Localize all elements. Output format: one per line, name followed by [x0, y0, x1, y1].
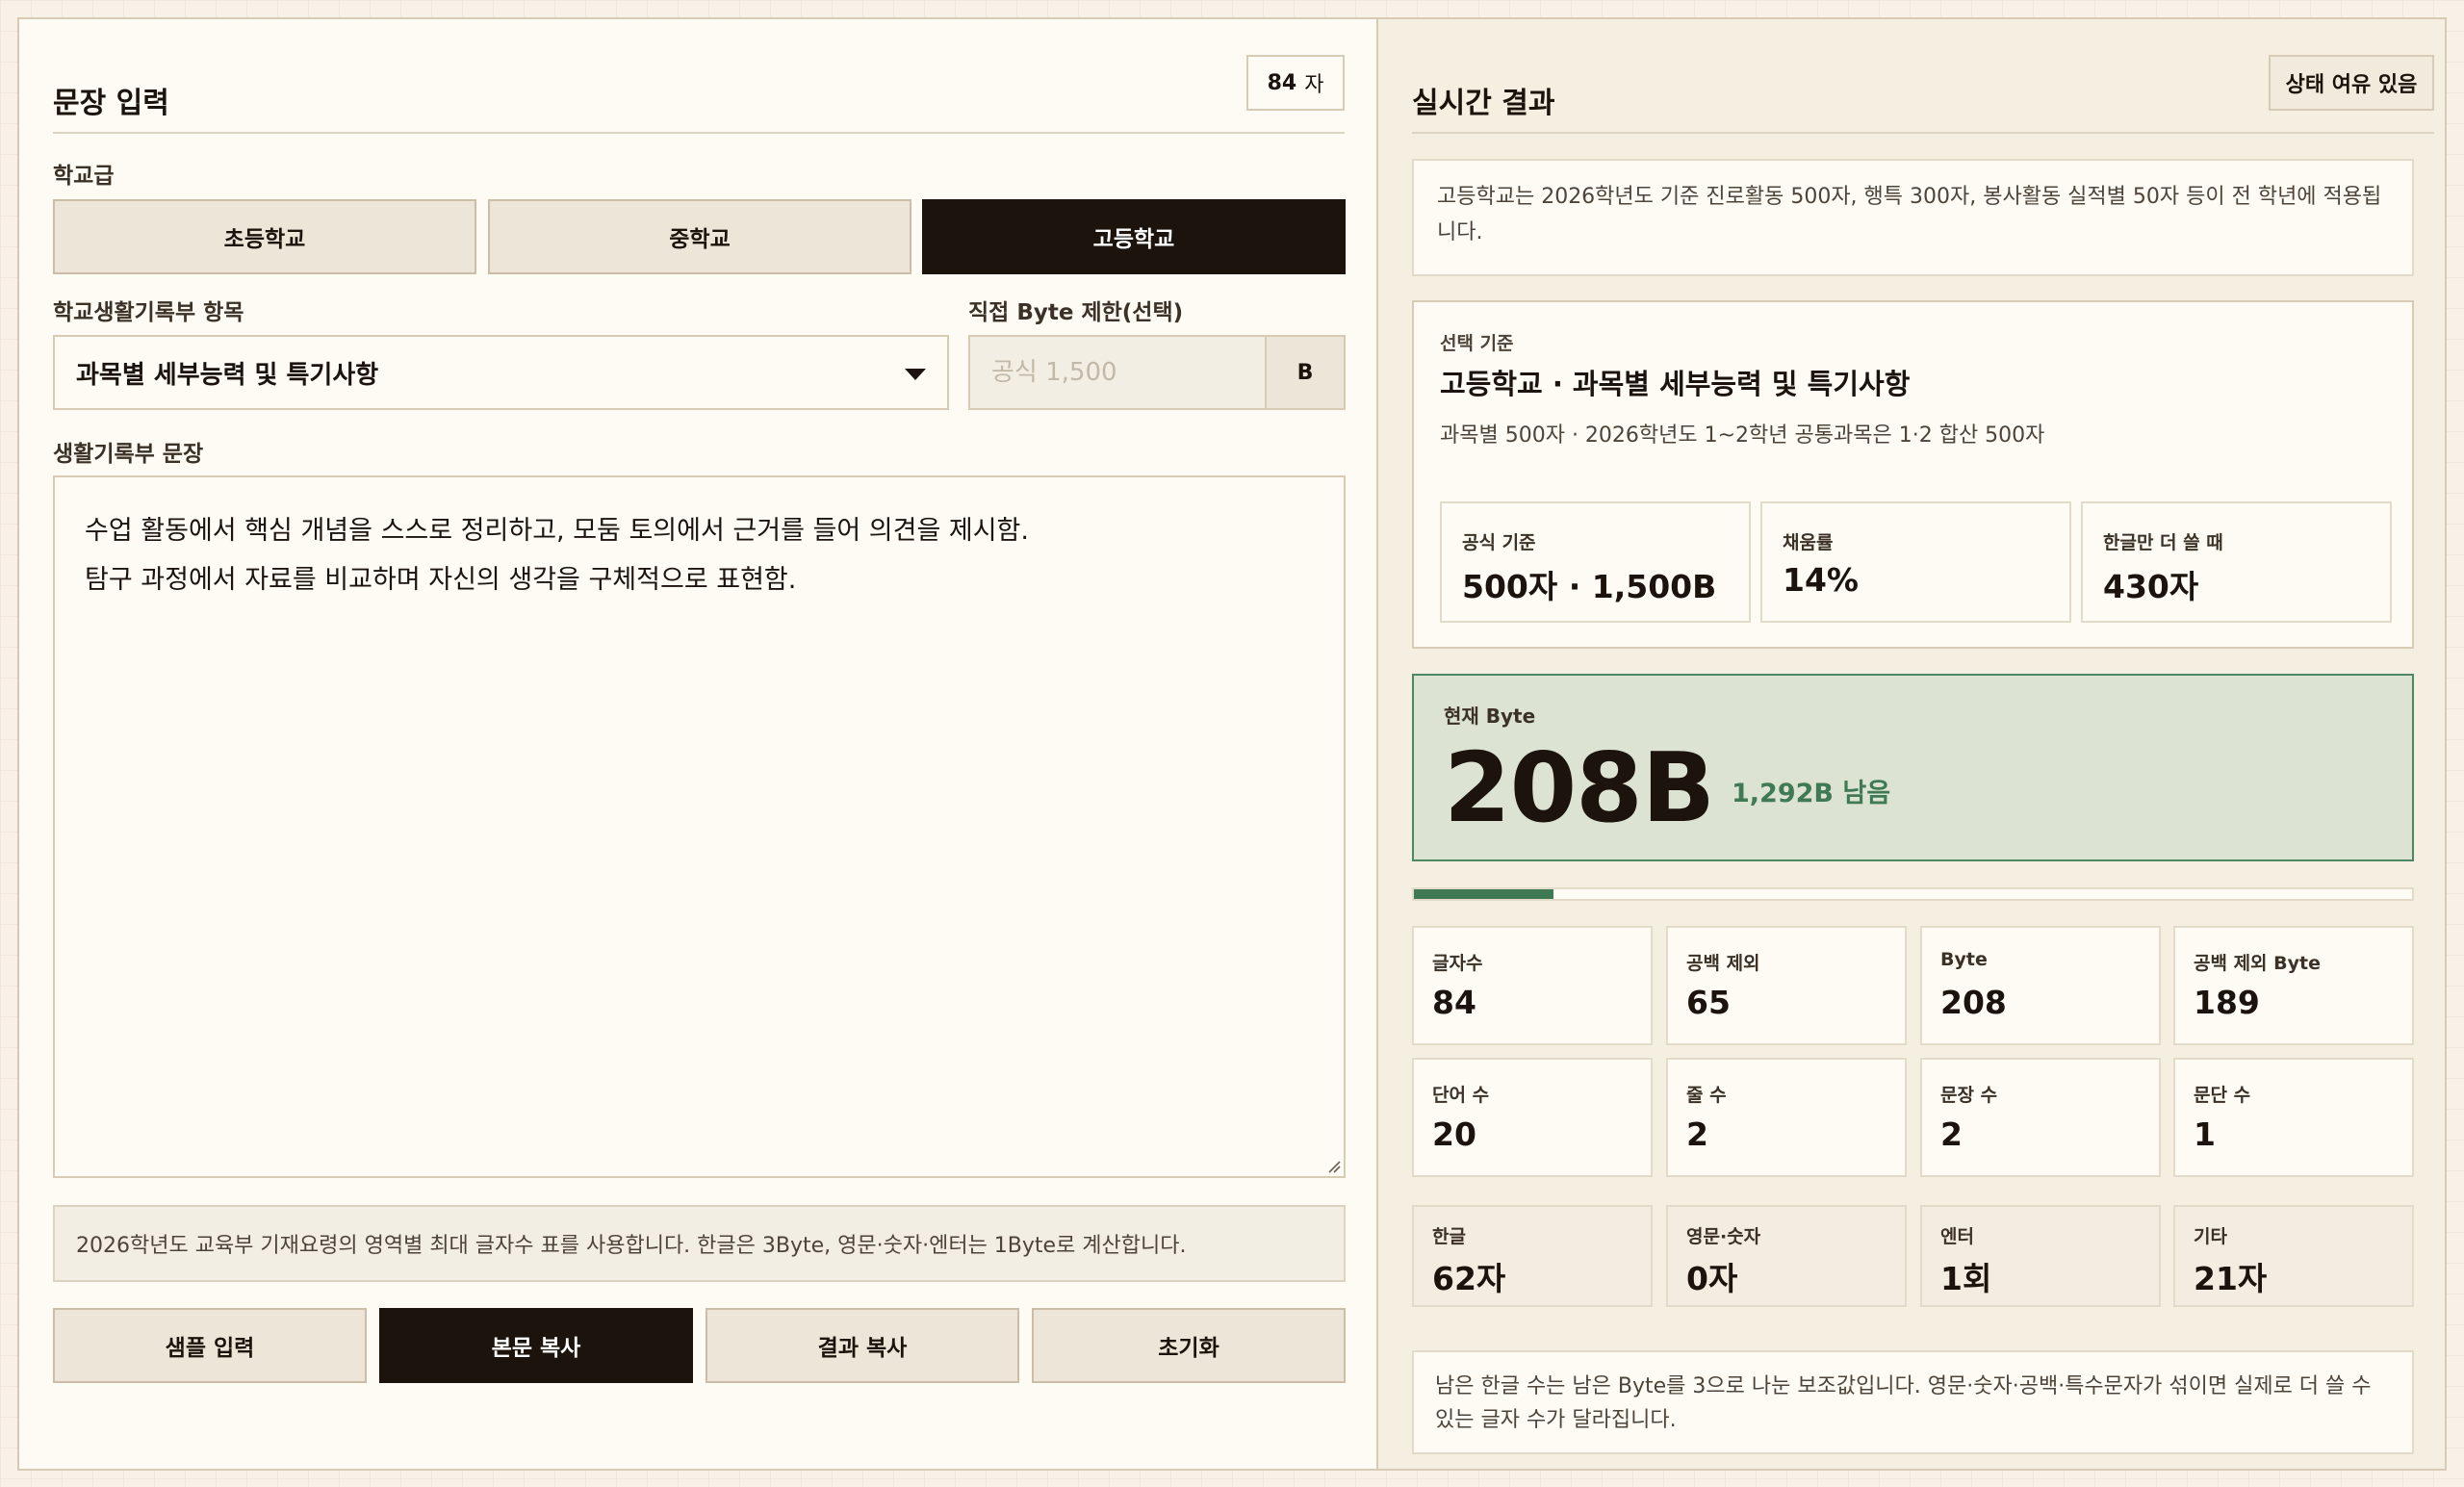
char-count-badge: 84 자	[1246, 55, 1345, 111]
metric-label: Byte	[1940, 949, 1988, 970]
chartype-value: 1회	[1940, 1260, 1992, 1297]
current-byte-label: 현재 Byte	[1444, 705, 1536, 728]
metric-value: 2	[1686, 1115, 1708, 1153]
metric-value: 65	[1686, 984, 1731, 1021]
chartype-value: 21자	[2194, 1260, 2268, 1297]
metric-value: 2	[1940, 1115, 1963, 1153]
metric-value: 189	[2194, 984, 2260, 1021]
input-panel: 문장 입력 84 자 학교급 초등학교 중학교 고등학교 학교생활기록부 항목 …	[17, 17, 1376, 1471]
metric-label: 문단 수	[2194, 1085, 2251, 1106]
stat-label: 채움률	[1783, 532, 1834, 553]
stat-value: 430자	[2103, 568, 2199, 605]
current-byte-value: 208B	[1444, 731, 1715, 844]
resize-handle-icon[interactable]	[1325, 1158, 1341, 1173]
chartype-label: 기타	[2194, 1226, 2227, 1247]
char-count-value: 84	[1267, 70, 1297, 95]
copy-text-button[interactable]: 본문 복사	[379, 1308, 693, 1383]
remaining-bytes: 1,292B 남음	[1732, 779, 1891, 808]
current-byte-card: 현재 Byte 208B 1,292B 남음	[1412, 674, 2414, 861]
metric-paragraph-count: 문단 수 1	[2173, 1058, 2414, 1177]
metric-value: 1	[2194, 1115, 2216, 1153]
copy-result-button[interactable]: 결과 복사	[706, 1308, 1019, 1383]
metric-value: 20	[1432, 1115, 1476, 1153]
stat-label: 한글만 더 쓸 때	[2103, 532, 2223, 553]
chartype-value: 0자	[1686, 1260, 1738, 1297]
char-count-unit: 자	[1304, 73, 1324, 97]
info-note: 2026학년도 교육부 기재요령의 영역별 최대 글자수 표를 사용합니다. 한…	[53, 1205, 1346, 1282]
result-panel-title: 실시간 결과	[1412, 87, 1555, 120]
header-divider	[53, 132, 1345, 134]
metric-no-space-byte: 공백 제외 Byte 189	[2173, 926, 2414, 1045]
chartype-value: 62자	[1432, 1260, 1506, 1297]
metric-word-count: 단어 수 20	[1412, 1058, 1653, 1177]
criteria-description: 과목별 500자 · 2026학년도 1~2학년 공통과목은 1·2 합산 50…	[1440, 423, 2045, 448]
stat-value: 14%	[1783, 561, 1859, 599]
category-select-value: 과목별 세부능력 및 특기사항	[76, 360, 379, 390]
stat-remaining-hangul: 한글만 더 쓸 때 430자	[2081, 501, 2392, 623]
chartype-label: 영문·숫자	[1686, 1226, 1761, 1247]
chartype-label: 엔터	[1940, 1226, 1974, 1247]
metric-line-count: 줄 수 2	[1666, 1058, 1907, 1177]
byte-limit-unit: B	[1265, 335, 1346, 410]
chartype-hangul: 한글 62자	[1412, 1205, 1653, 1307]
chartype-other: 기타 21자	[2173, 1205, 2414, 1307]
level-elementary-button[interactable]: 초등학교	[53, 199, 476, 274]
category-label: 학교생활기록부 항목	[53, 300, 244, 325]
stat-value: 500자 · 1,500B	[1462, 568, 1717, 605]
metric-no-space: 공백 제외 65	[1666, 926, 1907, 1045]
metric-char-count: 글자수 84	[1412, 926, 1653, 1045]
criteria-title: 고등학교 · 과목별 세부능력 및 특기사항	[1440, 368, 1911, 400]
metric-label: 글자수	[1432, 953, 1483, 974]
chartype-alnum: 영문·숫자 0자	[1666, 1205, 1907, 1307]
record-textarea[interactable]: 수업 활동에서 핵심 개념을 스스로 정리하고, 모둠 토의에서 근거를 들어 …	[53, 475, 1346, 1178]
metric-label: 줄 수	[1686, 1085, 1727, 1106]
metric-label: 공백 제외	[1686, 953, 1760, 974]
input-panel-title: 문장 입력	[53, 87, 169, 120]
byte-progress-bar	[1412, 887, 2414, 901]
metric-byte: Byte 208	[1920, 926, 2161, 1045]
metric-label: 공백 제외 Byte	[2194, 953, 2321, 974]
text-line: 탐구 과정에서 자료를 비교하며 자신의 생각을 구체적으로 표현함.	[85, 565, 797, 595]
reset-button[interactable]: 초기화	[1032, 1308, 1346, 1383]
text-line: 수업 활동에서 핵심 개념을 스스로 정리하고, 모둠 토의에서 근거를 들어 …	[85, 516, 1029, 546]
footnote: 남은 한글 수는 남은 Byte를 3으로 나눈 보조값입니다. 영문·숫자·공…	[1412, 1350, 2414, 1454]
byte-limit-input[interactable]	[968, 335, 1267, 410]
chartype-label: 한글	[1432, 1226, 1466, 1247]
level-middle-button[interactable]: 중학교	[488, 199, 911, 274]
status-badge: 상태 여유 있음	[2269, 55, 2434, 111]
text-label: 생활기록부 문장	[53, 442, 204, 467]
stat-label: 공식 기준	[1462, 532, 1536, 553]
criteria-card: 선택 기준 고등학교 · 과목별 세부능력 및 특기사항 과목별 500자 · …	[1412, 300, 2414, 649]
school-level-label: 학교급	[53, 164, 115, 189]
header-divider	[1412, 132, 2434, 134]
byte-limit-label: 직접 Byte 제한(선택)	[968, 300, 1184, 325]
stat-fill-rate: 채움률 14%	[1760, 501, 2071, 623]
chevron-down-icon	[905, 369, 926, 380]
metric-sentence-count: 문장 수 2	[1920, 1058, 2161, 1177]
category-select[interactable]: 과목별 세부능력 및 특기사항	[53, 335, 949, 410]
chartype-enter: 엔터 1회	[1920, 1205, 2161, 1307]
metric-value: 84	[1432, 984, 1476, 1021]
criteria-kicker: 선택 기준	[1440, 333, 1514, 354]
sample-input-button[interactable]: 샘플 입력	[53, 1308, 367, 1383]
metric-label: 문장 수	[1940, 1085, 1998, 1106]
metric-label: 단어 수	[1432, 1085, 1490, 1106]
result-panel: 실시간 결과 상태 여유 있음 고등학교는 2026학년도 기준 진로활동 50…	[1376, 17, 2447, 1471]
level-high-button[interactable]: 고등학교	[922, 199, 1346, 274]
stat-official: 공식 기준 500자 · 1,500B	[1440, 501, 1751, 623]
level-notice: 고등학교는 2026학년도 기준 진로활동 500자, 행특 300자, 봉사활…	[1412, 159, 2414, 276]
metric-value: 208	[1940, 984, 2007, 1021]
byte-progress-fill	[1414, 889, 1554, 899]
